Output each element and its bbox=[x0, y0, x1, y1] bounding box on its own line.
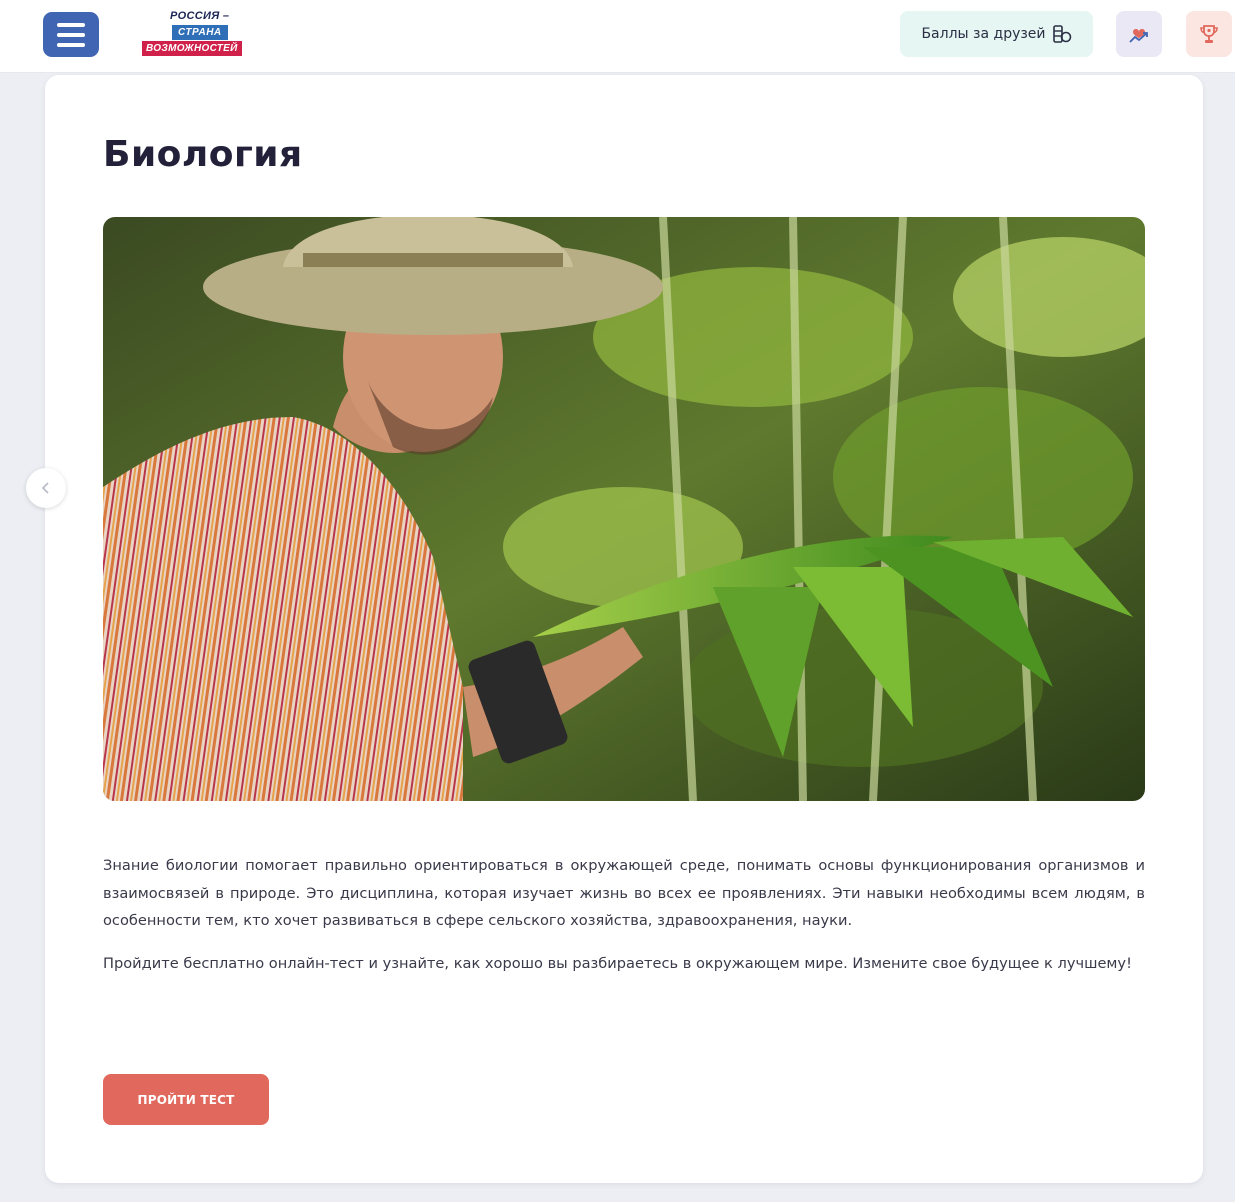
coins-icon bbox=[1052, 25, 1071, 43]
page-title: Биология bbox=[103, 134, 303, 175]
hero-photo-illustration bbox=[103, 217, 1145, 801]
trophy-icon bbox=[1200, 25, 1218, 43]
friends-points-button[interactable]: Баллы за друзей bbox=[900, 11, 1093, 57]
top-header: РОССИЯ – СТРАНА ВОЗМОЖНОСТЕЙ Баллы за др… bbox=[0, 0, 1235, 73]
trophy-button[interactable] bbox=[1186, 11, 1232, 57]
menu-button[interactable] bbox=[43, 12, 99, 57]
menu-icon-bar bbox=[57, 32, 85, 37]
logo-line-3: ВОЗМОЖНОСТЕЙ bbox=[142, 41, 242, 56]
likes-button[interactable] bbox=[1116, 11, 1162, 57]
description: Знание биологии помогает правильно ориен… bbox=[103, 852, 1145, 992]
take-test-button[interactable]: ПРОЙТИ ТЕСТ bbox=[103, 1074, 269, 1125]
menu-icon-bar bbox=[57, 42, 85, 47]
menu-icon-bar bbox=[57, 22, 85, 27]
heart-chart-icon bbox=[1129, 29, 1148, 43]
logo[interactable]: РОССИЯ – СТРАНА ВОЗМОЖНОСТЕЙ bbox=[140, 10, 266, 60]
description-paragraph: Знание биологии помогает правильно ориен… bbox=[103, 857, 1145, 929]
hero-image bbox=[103, 217, 1145, 801]
carousel-prev-button[interactable] bbox=[26, 468, 66, 508]
chevron-left-icon bbox=[41, 482, 49, 494]
logo-line-1: РОССИЯ – bbox=[170, 10, 230, 22]
description-paragraph: Пройдите бесплатно онлайн-тест и узнайте… bbox=[103, 954, 1132, 972]
friends-points-label: Баллы за друзей bbox=[921, 26, 1046, 42]
logo-line-2: СТРАНА bbox=[172, 25, 228, 40]
